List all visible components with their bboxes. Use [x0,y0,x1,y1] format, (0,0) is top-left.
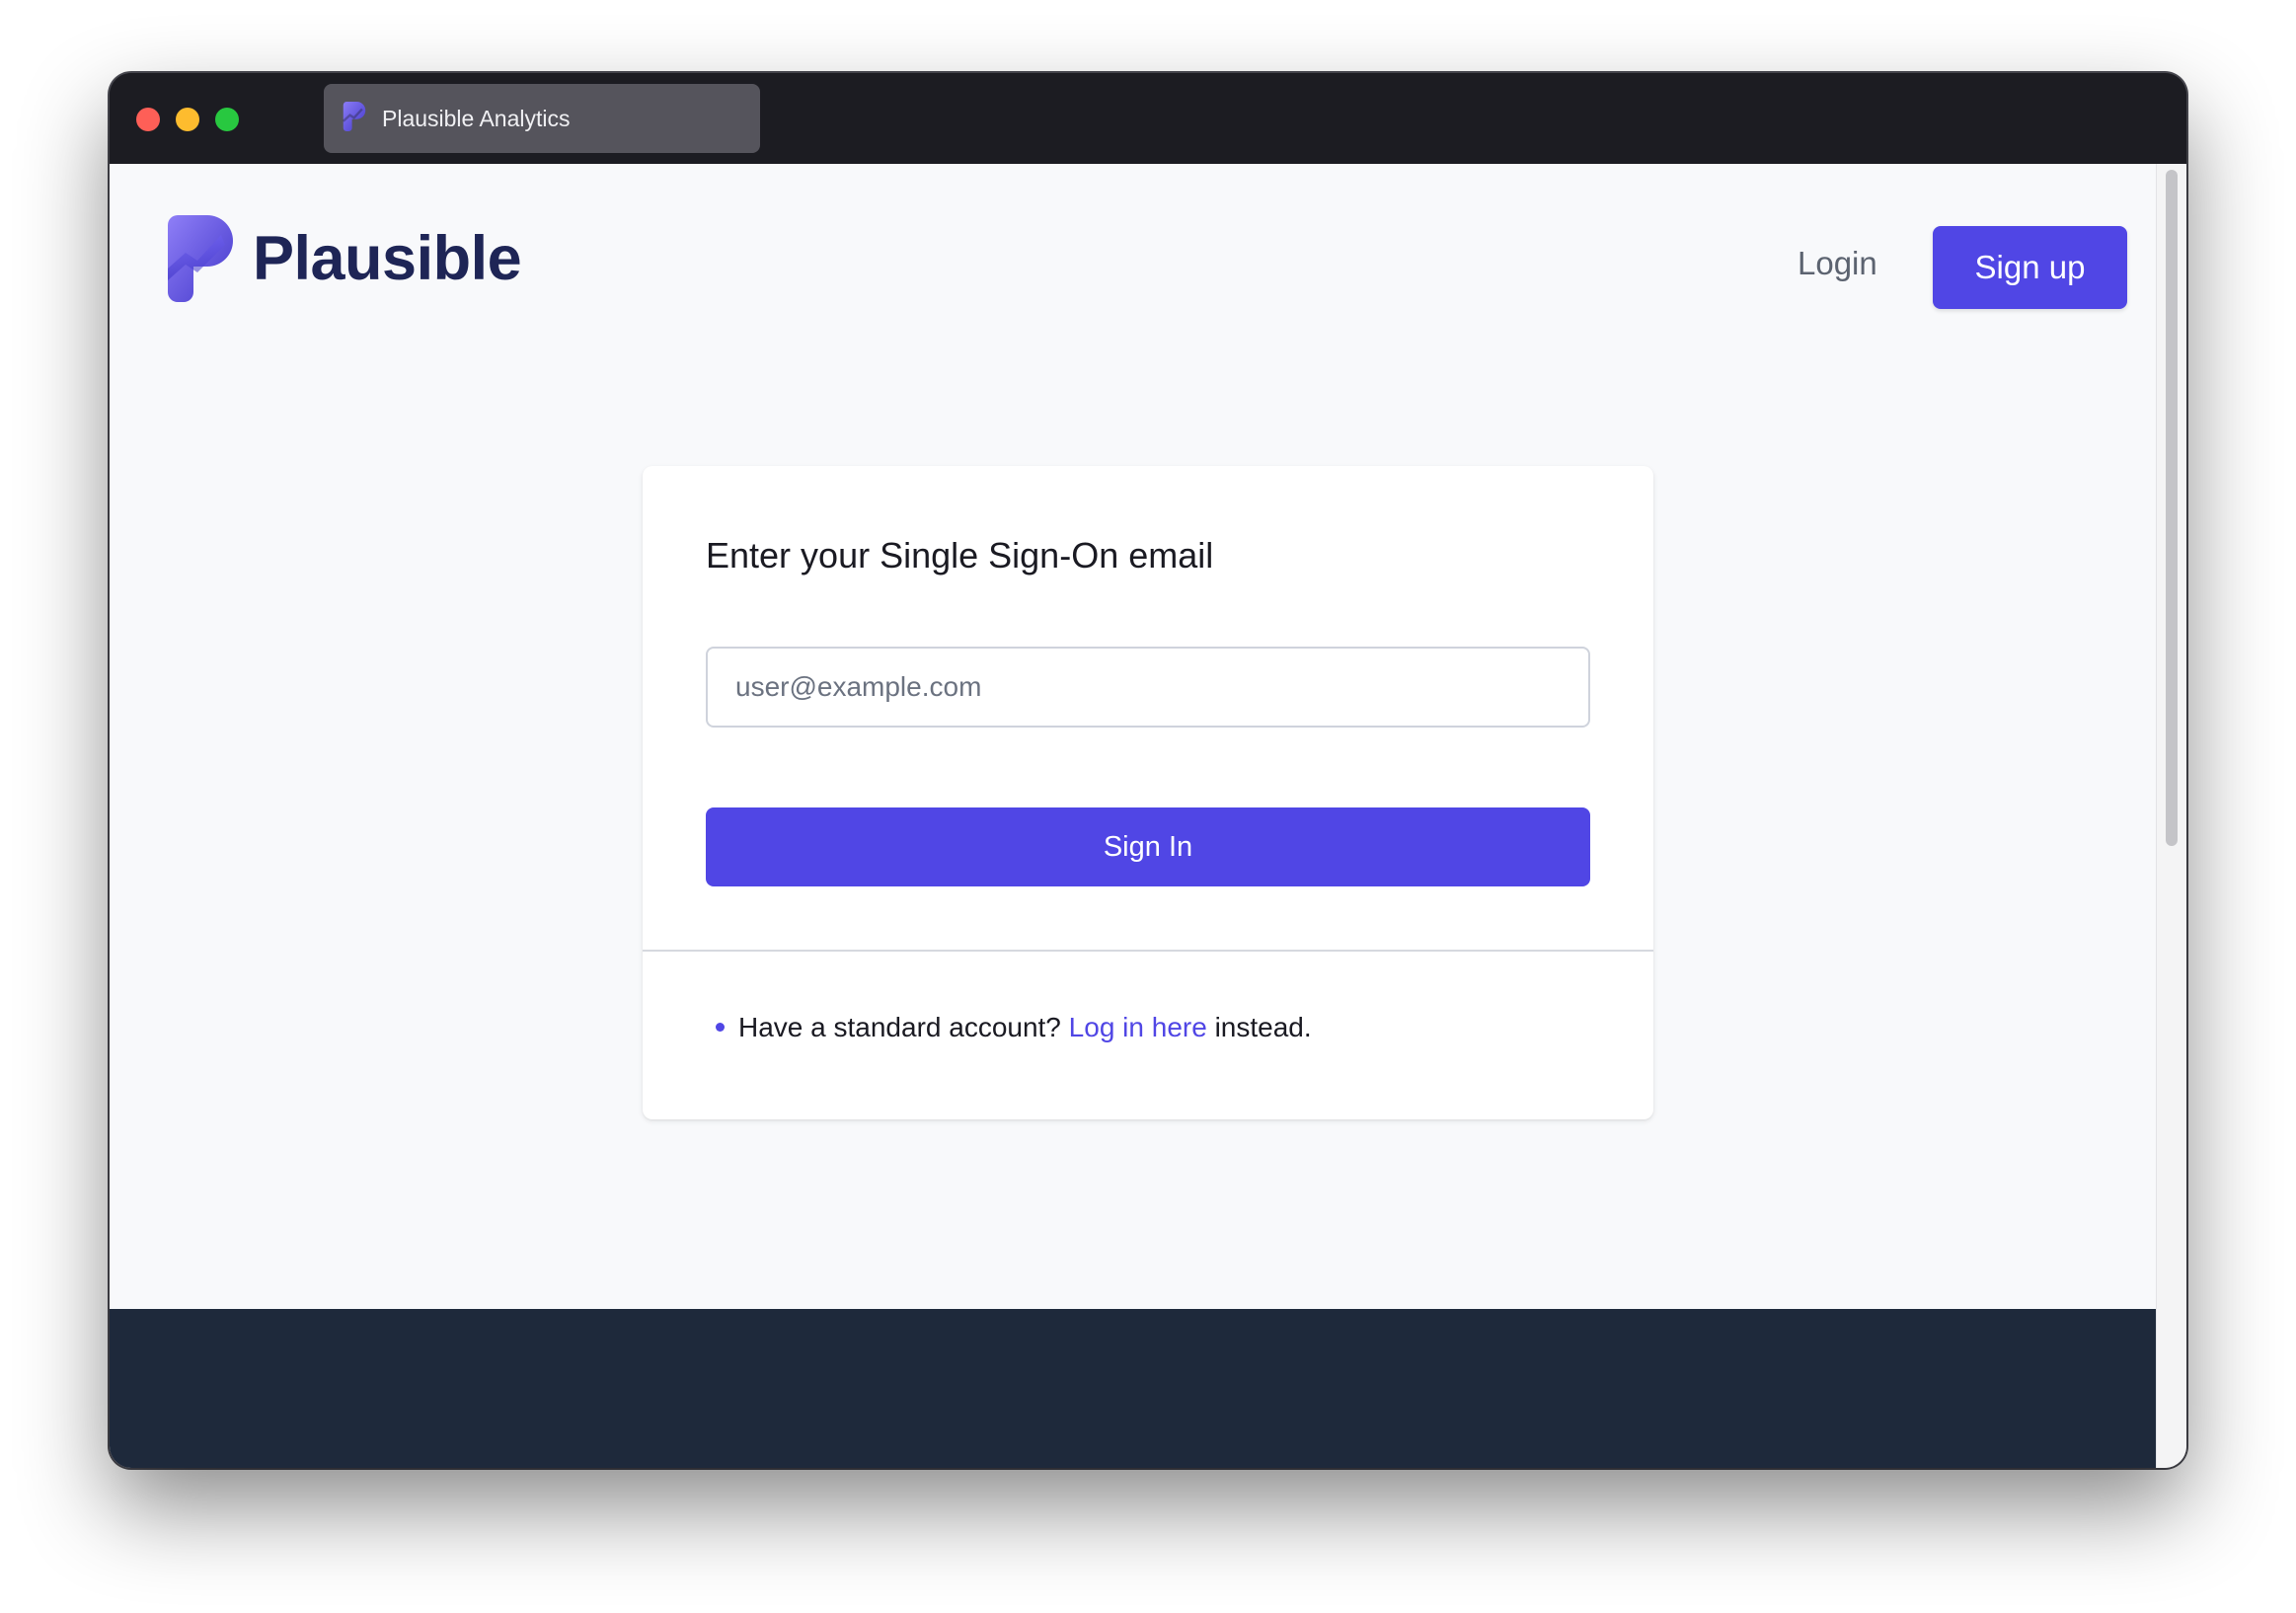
browser-tab[interactable]: Plausible Analytics [324,84,760,153]
standard-login-link[interactable]: Log in here [1069,1012,1207,1042]
maximize-window-button[interactable] [215,108,239,131]
card-title: Enter your Single Sign-On email [706,535,1214,576]
plausible-favicon-icon [342,102,366,131]
scrollbar-thumb[interactable] [2166,170,2178,846]
close-window-button[interactable] [136,108,160,131]
bullet-dot-icon [716,1022,725,1032]
sign-in-button[interactable]: Sign In [706,807,1590,886]
browser-titlebar: Plausible Analytics [110,73,2186,164]
standard-account-note: Have a standard account? Log in here ins… [706,1012,1312,1043]
plausible-logo-icon [168,215,233,302]
browser-window: Plausible Analytics Plausible Login Sign… [110,73,2186,1468]
sso-email-input[interactable] [706,647,1590,728]
login-link[interactable]: Login [1798,245,1877,282]
card-divider [643,950,1653,952]
minimize-window-button[interactable] [176,108,199,131]
brand-logo[interactable]: Plausible [168,215,522,302]
vertical-scrollbar[interactable] [2156,164,2186,1468]
brand-name: Plausible [253,224,522,293]
page-footer [110,1309,2157,1468]
sso-login-card: Enter your Single Sign-On email Sign In … [643,466,1653,1119]
page-viewport: Plausible Login Sign up Enter your Singl… [110,164,2186,1468]
signup-button[interactable]: Sign up [1933,226,2127,309]
note-prefix: Have a standard account? [738,1012,1061,1042]
note-suffix: instead. [1214,1012,1312,1042]
tab-title: Plausible Analytics [382,106,571,131]
